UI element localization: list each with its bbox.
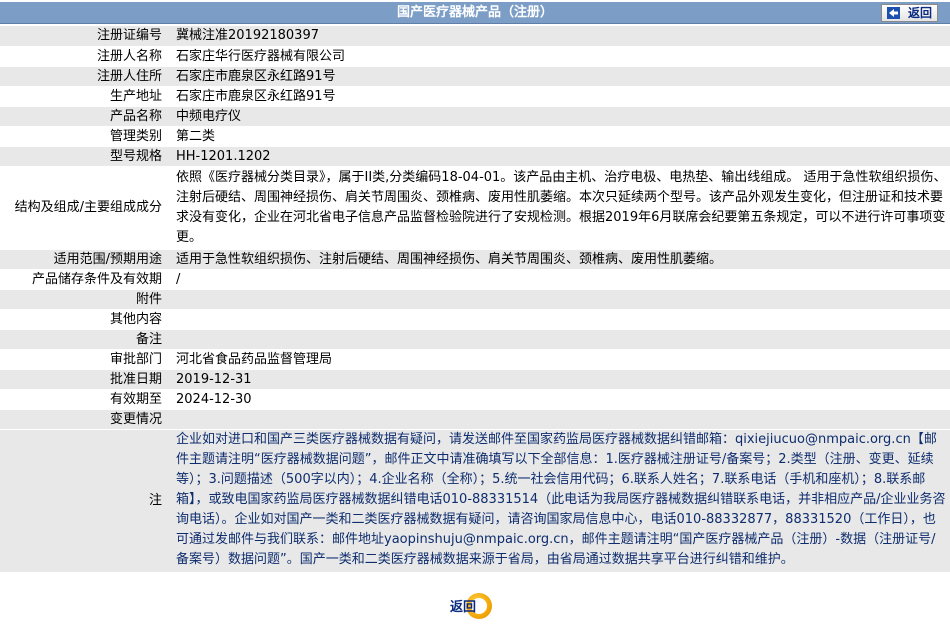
row-production-address: 生产地址 石家庄市鹿泉区永红路91号 bbox=[0, 86, 950, 107]
field-value bbox=[168, 289, 950, 310]
field-label: 批准日期 bbox=[0, 369, 168, 390]
row-approval-department: 审批部门 河北省食品药品监督管理局 bbox=[0, 349, 950, 370]
row-valid-until: 有效期至 2024-12-30 bbox=[0, 389, 950, 410]
back-button-bottom[interactable]: 返回 bbox=[450, 591, 498, 619]
field-value: 河北省食品药品监督管理局 bbox=[168, 349, 950, 370]
field-label: 生产地址 bbox=[0, 86, 168, 107]
field-value: 中频电疗仪 bbox=[168, 106, 950, 127]
field-label: 其他内容 bbox=[0, 309, 168, 330]
notice-label: 注 bbox=[0, 429, 168, 573]
row-registration-number: 注册证编号 冀械注准20192180397 bbox=[0, 26, 950, 47]
row-change-history: 变更情况 bbox=[0, 409, 950, 430]
field-value: 适用于急性软组织损伤、注射后硬结、周围神经损伤、肩关节周围炎、颈椎病、废用性肌萎… bbox=[168, 249, 950, 270]
field-label: 有效期至 bbox=[0, 389, 168, 410]
field-label: 结构及组成/主要组成成分 bbox=[0, 166, 168, 250]
field-label: 备注 bbox=[0, 329, 168, 350]
product-info-table: 注册证编号 冀械注准20192180397 注册人名称 石家庄华行医疗器械有限公… bbox=[0, 26, 950, 573]
row-remarks: 备注 bbox=[0, 329, 950, 350]
row-intended-use: 适用范围/预期用途 适用于急性软组织损伤、注射后硬结、周围神经损伤、肩关节周围炎… bbox=[0, 249, 950, 270]
field-label: 变更情况 bbox=[0, 409, 168, 430]
field-label: 产品储存条件及有效期 bbox=[0, 269, 168, 290]
field-label: 管理类别 bbox=[0, 126, 168, 147]
field-value: 2024-12-30 bbox=[168, 389, 950, 410]
field-label: 型号规格 bbox=[0, 146, 168, 167]
row-notice: 注 企业如对进口和国产三类医疗器械数据有疑问，请发送邮件至国家药监局医疗器械数据… bbox=[0, 429, 950, 573]
row-approval-date: 批准日期 2019-12-31 bbox=[0, 369, 950, 390]
field-value bbox=[168, 329, 950, 350]
field-value: 石家庄华行医疗器械有限公司 bbox=[168, 46, 950, 67]
field-value: 石家庄市鹿泉区永红路91号 bbox=[168, 66, 950, 87]
back-arrow-icon bbox=[887, 7, 900, 19]
back-button-top[interactable]: 返回 bbox=[881, 4, 938, 22]
notice-text: 企业如对进口和国产三类医疗器械数据有疑问，请发送邮件至国家药监局医疗器械数据纠错… bbox=[168, 429, 950, 573]
field-value bbox=[168, 409, 950, 430]
page-header: 国产医疗器械产品（注册） 返回 bbox=[0, 2, 950, 24]
field-value: 石家庄市鹿泉区永红路91号 bbox=[168, 86, 950, 107]
row-attachment: 附件 bbox=[0, 289, 950, 310]
row-registrant-address: 注册人住所 石家庄市鹿泉区永红路91号 bbox=[0, 66, 950, 87]
field-label: 注册人名称 bbox=[0, 46, 168, 67]
row-management-category: 管理类别 第二类 bbox=[0, 126, 950, 147]
row-structure-composition: 结构及组成/主要组成成分 依照《医疗器械分类目录》，属于II类,分类编码18-0… bbox=[0, 166, 950, 250]
page-title: 国产医疗器械产品（注册） bbox=[396, 5, 553, 20]
field-value: 2019-12-31 bbox=[168, 369, 950, 390]
row-model-spec: 型号规格 HH-1201.1202 bbox=[0, 146, 950, 167]
field-label: 注册人住所 bbox=[0, 66, 168, 87]
row-registrant-name: 注册人名称 石家庄华行医疗器械有限公司 bbox=[0, 46, 950, 67]
field-label: 附件 bbox=[0, 289, 168, 310]
field-label: 注册证编号 bbox=[0, 26, 168, 47]
field-value: 依照《医疗器械分类目录》，属于II类,分类编码18-04-01。该产品由主机、治… bbox=[168, 166, 950, 250]
back-button-bottom-label: 返回 bbox=[450, 600, 477, 615]
field-label: 审批部门 bbox=[0, 349, 168, 370]
field-label: 产品名称 bbox=[0, 106, 168, 127]
field-value bbox=[168, 309, 950, 330]
row-other-content: 其他内容 bbox=[0, 309, 950, 330]
back-button-top-label: 返回 bbox=[908, 6, 933, 20]
row-storage-validity: 产品储存条件及有效期 / bbox=[0, 269, 950, 290]
field-value: / bbox=[168, 269, 950, 290]
row-product-name: 产品名称 中频电疗仪 bbox=[0, 106, 950, 127]
field-value: 冀械注准20192180397 bbox=[168, 26, 950, 47]
field-value: HH-1201.1202 bbox=[168, 146, 950, 167]
field-value: 第二类 bbox=[168, 126, 950, 147]
field-label: 适用范围/预期用途 bbox=[0, 249, 168, 270]
